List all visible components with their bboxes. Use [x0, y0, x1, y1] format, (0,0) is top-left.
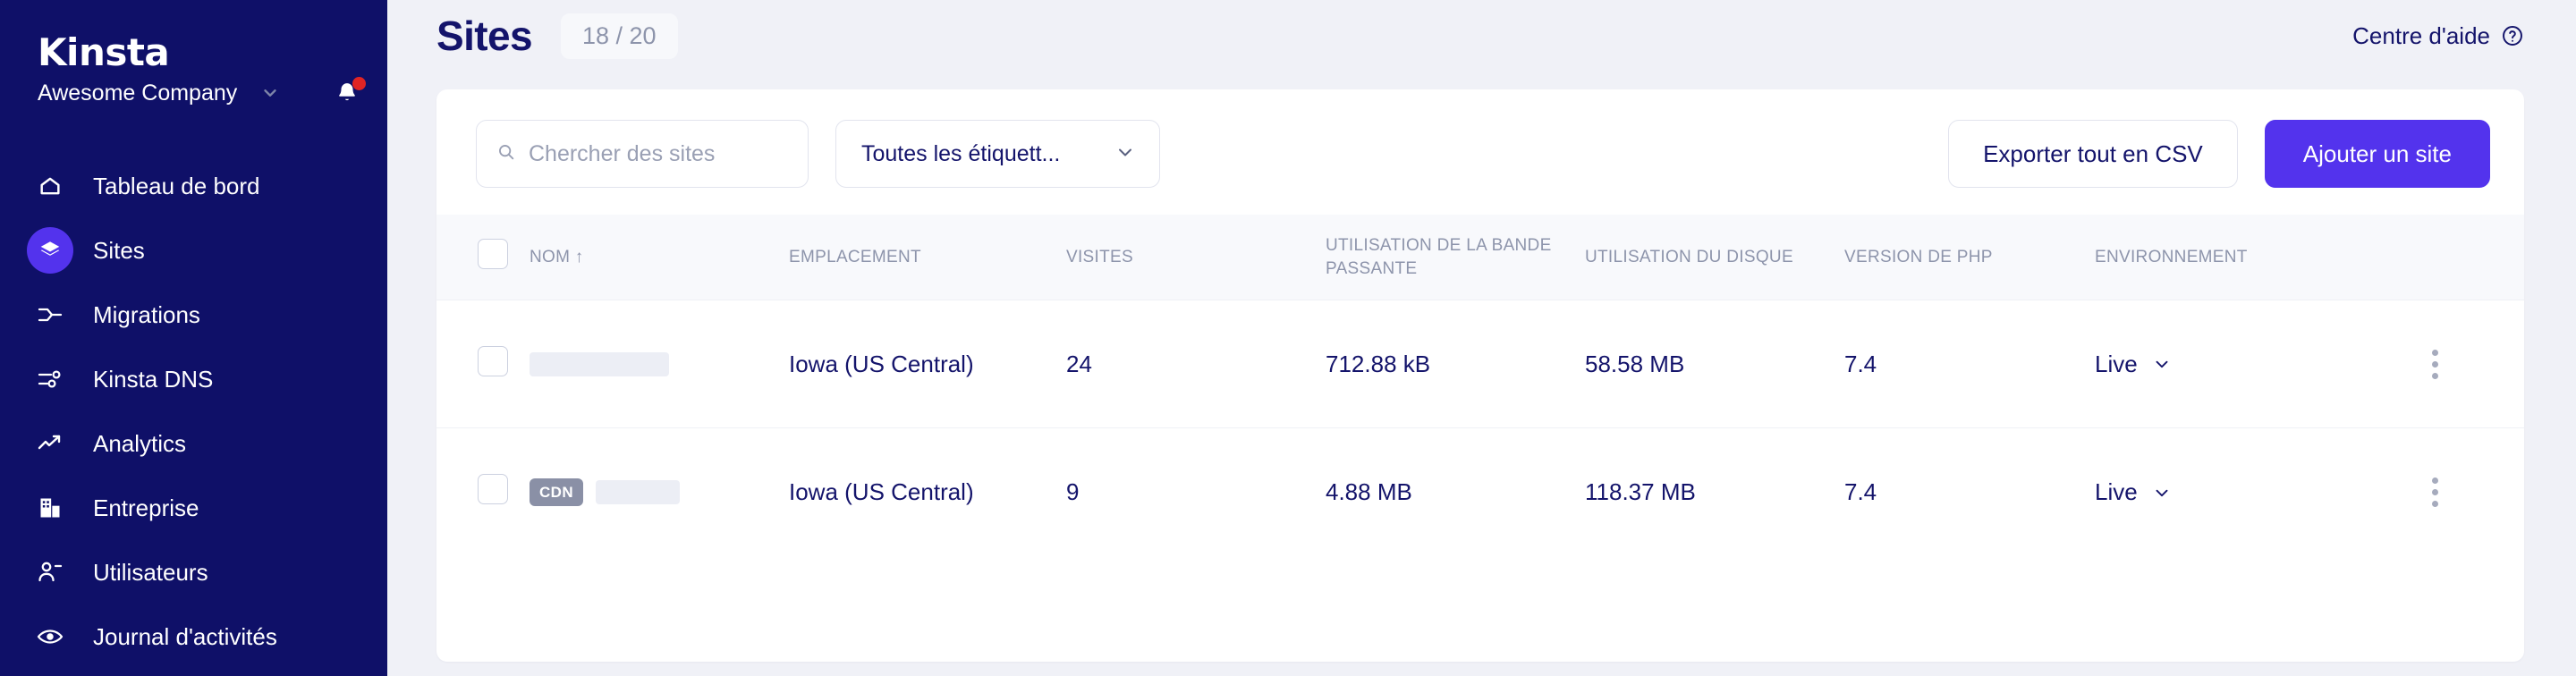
row-php: 7.4 [1844, 427, 2095, 556]
search-sites-box[interactable] [476, 120, 809, 188]
row-visits: 24 [1066, 300, 1326, 428]
help-center-link[interactable]: Centre d'aide [2352, 22, 2524, 50]
sidebar-item-label: Kinsta DNS [93, 365, 214, 393]
table-header: NOM ↑ EMPLACEMENT VISITES UTILISATION DE… [436, 215, 2524, 300]
sidebar-item-label: Migrations [93, 300, 200, 328]
migration-icon [27, 292, 73, 338]
cdn-badge: CDN [530, 478, 584, 507]
brand[interactable]: Kinsta [0, 0, 387, 72]
row-actions-cell [2417, 300, 2524, 428]
notifications-button[interactable] [335, 77, 367, 106]
sidebar-item-label: Journal d'activités [93, 622, 277, 650]
building-icon [27, 485, 73, 531]
environment-selector[interactable]: Live [2095, 478, 2417, 506]
sidebar-item-label: Utilisateurs [93, 558, 208, 586]
sidebar-nav: Tableau de bord Sites Migrations Kinsta … [0, 154, 387, 669]
row-disk: 58.58 MB [1585, 300, 1844, 428]
header-actions [2417, 215, 2524, 300]
environment-label: Live [2095, 350, 2138, 377]
row-actions-cell [2417, 427, 2524, 556]
header-disque[interactable]: UTILISATION DU DISQUE [1585, 215, 1844, 300]
header-bande-passante[interactable]: UTILISATION DE LA BANDE PASSANTE [1326, 215, 1585, 300]
layers-icon [27, 227, 73, 274]
chevron-down-icon [2152, 354, 2172, 374]
chevron-down-icon[interactable] [260, 83, 280, 103]
row-environment-cell: Live [2095, 300, 2417, 428]
table-body: Iowa (US Central) 24 712.88 kB 58.58 MB … [436, 300, 2524, 556]
chevron-down-icon [1114, 141, 1136, 167]
tag-filter-select[interactable]: Toutes les étiquett... [835, 120, 1160, 188]
sidebar-item-kinsta-dns[interactable]: Kinsta DNS [0, 347, 387, 411]
site-name[interactable] [530, 351, 789, 376]
main-content: Sites 18 / 20 Centre d'aide Toute [387, 0, 2576, 676]
tag-filter-label: Toutes les étiquett... [861, 140, 1061, 166]
table-row[interactable]: CDN Iowa (US Central) 9 4.88 MB 118.37 M… [436, 427, 2524, 556]
site-name[interactable]: CDN [530, 478, 789, 507]
row-location: Iowa (US Central) [789, 300, 1066, 428]
redacted-site-name [596, 480, 681, 505]
page-header: Sites 18 / 20 Centre d'aide [387, 0, 2576, 72]
row-checkbox[interactable] [478, 474, 508, 505]
page-title: Sites [436, 13, 533, 59]
select-all-checkbox[interactable] [478, 238, 508, 269]
notification-dot [352, 77, 367, 90]
app-root: Kinsta Awesome Company Tableau de bord S… [0, 0, 2576, 676]
sidebar-item-sites[interactable]: Sites [0, 218, 387, 283]
question-circle-icon [2501, 24, 2524, 47]
chevron-down-icon [2152, 483, 2172, 503]
help-center-label: Centre d'aide [2352, 21, 2490, 49]
sites-card: Toutes les étiquett... Exporter tout en … [436, 89, 2524, 662]
row-location: Iowa (US Central) [789, 427, 1066, 556]
sidebar-item-utilisateurs[interactable]: Utilisateurs [0, 540, 387, 604]
row-visits: 9 [1066, 427, 1326, 556]
row-php: 7.4 [1844, 300, 2095, 428]
sidebar-item-journal-d-activites[interactable]: Journal d'activités [0, 604, 387, 669]
header-php[interactable]: VERSION DE PHP [1844, 215, 2095, 300]
sidebar-item-entreprise[interactable]: Entreprise [0, 476, 387, 540]
search-input[interactable] [529, 140, 788, 167]
row-checkbox[interactable] [478, 345, 508, 376]
eye-icon [27, 613, 73, 660]
export-csv-button[interactable]: Exporter tout en CSV [1948, 120, 2238, 188]
environment-selector[interactable]: Live [2095, 351, 2417, 378]
row-select-cell [436, 427, 530, 556]
header-emplacement[interactable]: EMPLACEMENT [789, 215, 1066, 300]
sidebar-item-migrations[interactable]: Migrations [0, 283, 387, 347]
header-environnement[interactable]: ENVIRONNEMENT [2095, 215, 2417, 300]
kebab-menu-icon[interactable] [2417, 477, 2453, 508]
row-name-cell [530, 300, 789, 428]
redacted-site-name [530, 351, 669, 376]
dns-icon [27, 356, 73, 402]
header-nom[interactable]: NOM ↑ [530, 215, 789, 300]
row-bandwidth: 712.88 kB [1326, 300, 1585, 428]
table-row[interactable]: Iowa (US Central) 24 712.88 kB 58.58 MB … [436, 300, 2524, 428]
sidebar-item-label: Entreprise [93, 494, 199, 521]
row-environment-cell: Live [2095, 427, 2417, 556]
row-disk: 118.37 MB [1585, 427, 1844, 556]
sites-table: NOM ↑ EMPLACEMENT VISITES UTILISATION DE… [436, 215, 2524, 556]
user-minus-icon [27, 549, 73, 596]
sidebar-item-tableau-de-bord[interactable]: Tableau de bord [0, 154, 387, 218]
header-visites[interactable]: VISITES [1066, 215, 1326, 300]
row-bandwidth: 4.88 MB [1326, 427, 1585, 556]
sites-toolbar: Toutes les étiquett... Exporter tout en … [436, 89, 2524, 215]
trending-up-icon [27, 420, 73, 467]
company-name: Awesome Company [38, 80, 238, 106]
environment-label: Live [2095, 478, 2138, 506]
sidebar: Kinsta Awesome Company Tableau de bord S… [0, 0, 387, 676]
add-site-button[interactable]: Ajouter un site [2264, 120, 2490, 188]
sidebar-item-label: Tableau de bord [93, 172, 260, 199]
table-header-row: NOM ↑ EMPLACEMENT VISITES UTILISATION DE… [436, 215, 2524, 300]
sidebar-item-label: Sites [93, 236, 145, 264]
header-select-all [436, 215, 530, 300]
kebab-menu-icon[interactable] [2417, 349, 2453, 379]
sites-count-badge: 18 / 20 [560, 13, 678, 59]
sidebar-item-label: Analytics [93, 429, 187, 457]
row-name-cell: CDN [530, 427, 789, 556]
sidebar-item-analytics[interactable]: Analytics [0, 411, 387, 476]
home-icon [27, 163, 73, 209]
search-icon [496, 142, 516, 166]
row-select-cell [436, 300, 530, 428]
